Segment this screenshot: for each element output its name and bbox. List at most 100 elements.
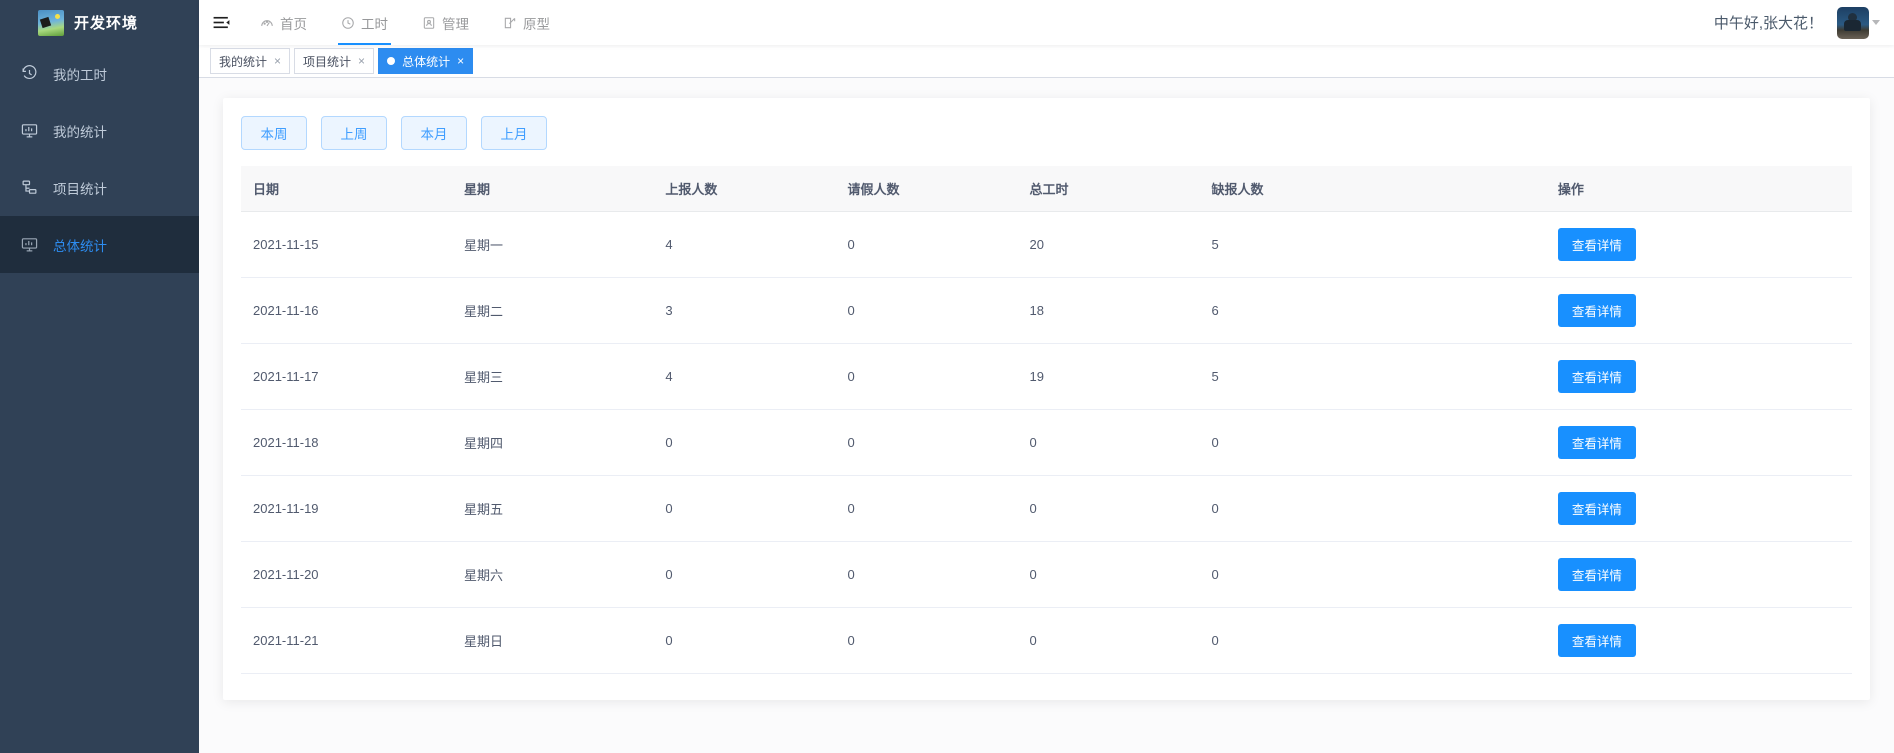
tab-label: 总体统计 — [402, 53, 450, 70]
view-detail-button[interactable]: 查看详情 — [1558, 360, 1636, 393]
table-body: 2021-11-15 星期一 4 0 20 5 查看详情 2021-11-16 — [241, 212, 1852, 674]
cell-reported: 3 — [653, 278, 835, 344]
nav-link-label: 原型 — [523, 13, 550, 33]
cell-leave: 0 — [835, 476, 1017, 542]
cell-date: 2021-11-15 — [241, 212, 452, 278]
tab-project-stats[interactable]: 项目统计 × — [294, 48, 374, 74]
table-head: 日期 星期 上报人数 请假人数 总工时 缺报人数 操作 — [241, 166, 1852, 212]
filter-this-month-button[interactable]: 本月 — [401, 116, 467, 150]
avatar — [1837, 7, 1869, 39]
view-detail-button[interactable]: 查看详情 — [1558, 492, 1636, 525]
sidebar-item-my-stats[interactable]: 我的统计 — [0, 102, 199, 159]
sidebar-item-label: 我的统计 — [53, 121, 107, 141]
cell-reported: 0 — [653, 476, 835, 542]
column-header-date: 日期 — [241, 166, 452, 212]
table-header-row: 日期 星期 上报人数 请假人数 总工时 缺报人数 操作 — [241, 166, 1852, 212]
close-icon[interactable]: × — [274, 55, 281, 67]
cell-date: 2021-11-17 — [241, 344, 452, 410]
cell-weekday: 星期六 — [452, 542, 653, 608]
table-row: 2021-11-20 星期六 0 0 0 0 查看详情 — [241, 542, 1852, 608]
column-header-reported: 上报人数 — [653, 166, 835, 212]
cell-missing: 0 — [1200, 410, 1546, 476]
nav-link-prototype[interactable]: 原型 — [486, 0, 567, 45]
filter-last-week-button[interactable]: 上周 — [321, 116, 387, 150]
cell-date: 2021-11-19 — [241, 476, 452, 542]
table-row: 2021-11-15 星期一 4 0 20 5 查看详情 — [241, 212, 1852, 278]
cell-reported: 4 — [653, 344, 835, 410]
sidebar-item-label: 项目统计 — [53, 178, 107, 198]
cell-missing: 0 — [1200, 476, 1546, 542]
cell-reported: 0 — [653, 410, 835, 476]
nav-links: 首页 工时 — [243, 0, 567, 45]
cell-date: 2021-11-18 — [241, 410, 452, 476]
cell-action: 查看详情 — [1546, 476, 1852, 542]
cell-weekday: 星期四 — [452, 410, 653, 476]
nav-link-label: 管理 — [442, 13, 469, 33]
sidebar-item-label: 我的工时 — [53, 64, 107, 84]
cell-weekday: 星期二 — [452, 278, 653, 344]
tab-label: 我的统计 — [219, 53, 267, 70]
cell-weekday: 星期三 — [452, 344, 653, 410]
sidebar: 开发环境 我的工时 我的统计 — [0, 0, 199, 753]
column-header-missing: 缺报人数 — [1200, 166, 1546, 212]
cell-action: 查看详情 — [1546, 608, 1852, 674]
filter-last-month-button[interactable]: 上月 — [481, 116, 547, 150]
cell-hours: 0 — [1017, 608, 1199, 674]
column-header-action: 操作 — [1546, 166, 1852, 212]
tab-overall-stats[interactable]: 总体统计 × — [378, 48, 473, 74]
cell-weekday: 星期日 — [452, 608, 653, 674]
column-header-weekday: 星期 — [452, 166, 653, 212]
close-icon[interactable]: × — [358, 55, 365, 67]
monitor-chart-icon — [20, 122, 38, 140]
cell-leave: 0 — [835, 212, 1017, 278]
cell-leave: 0 — [835, 608, 1017, 674]
view-detail-button[interactable]: 查看详情 — [1558, 228, 1636, 261]
filter-this-week-button[interactable]: 本周 — [241, 116, 307, 150]
cell-hours: 0 — [1017, 476, 1199, 542]
id-card-icon — [422, 16, 436, 30]
tab-bar: 我的统计 × 项目统计 × 总体统计 × — [199, 45, 1894, 78]
cell-reported: 0 — [653, 542, 835, 608]
view-detail-button[interactable]: 查看详情 — [1558, 558, 1636, 591]
nav-link-worktime[interactable]: 工时 — [324, 0, 405, 45]
cell-weekday: 星期五 — [452, 476, 653, 542]
view-detail-button[interactable]: 查看详情 — [1558, 426, 1636, 459]
cell-reported: 4 — [653, 212, 835, 278]
dashboard-icon — [260, 16, 274, 30]
sitemap-icon — [20, 179, 38, 197]
cell-reported: 0 — [653, 608, 835, 674]
sidebar-item-project-stats[interactable]: 项目统计 — [0, 159, 199, 216]
table-row: 2021-11-18 星期四 0 0 0 0 查看详情 — [241, 410, 1852, 476]
edit-square-icon — [503, 16, 517, 30]
nav-link-manage[interactable]: 管理 — [405, 0, 486, 45]
table-row: 2021-11-16 星期二 3 0 18 6 查看详情 — [241, 278, 1852, 344]
hamburger-collapse-icon[interactable] — [199, 0, 243, 45]
tab-my-stats[interactable]: 我的统计 × — [210, 48, 290, 74]
nav-link-label: 首页 — [280, 13, 307, 33]
cell-action: 查看详情 — [1546, 278, 1852, 344]
view-detail-button[interactable]: 查看详情 — [1558, 624, 1636, 657]
sidebar-logo[interactable]: 开发环境 — [0, 0, 199, 45]
sidebar-item-overall-stats[interactable]: 总体统计 — [0, 216, 199, 273]
cell-hours: 20 — [1017, 212, 1199, 278]
avatar-menu[interactable] — [1837, 7, 1880, 39]
monitor-chart-icon — [20, 236, 38, 254]
app-root: 开发环境 我的工时 我的统计 — [0, 0, 1894, 753]
chevron-down-icon — [1872, 20, 1880, 25]
close-icon[interactable]: × — [457, 55, 464, 67]
clock-history-icon — [20, 65, 38, 83]
column-header-hours: 总工时 — [1017, 166, 1199, 212]
cell-leave: 0 — [835, 344, 1017, 410]
cell-hours: 0 — [1017, 410, 1199, 476]
cell-missing: 0 — [1200, 542, 1546, 608]
nav-link-home[interactable]: 首页 — [243, 0, 324, 45]
stats-card: 本周 上周 本月 上月 日期 星期 上报人数 请假人数 总工时 缺报人数 — [223, 98, 1870, 700]
view-detail-button[interactable]: 查看详情 — [1558, 294, 1636, 327]
cell-hours: 18 — [1017, 278, 1199, 344]
cell-leave: 0 — [835, 278, 1017, 344]
table-row: 2021-11-21 星期日 0 0 0 0 查看详情 — [241, 608, 1852, 674]
sidebar-item-my-hours[interactable]: 我的工时 — [0, 45, 199, 102]
user-greeting: 中午好,张大花！ — [1714, 12, 1823, 33]
content-area: 本周 上周 本月 上月 日期 星期 上报人数 请假人数 总工时 缺报人数 — [199, 78, 1894, 753]
tab-label: 项目统计 — [303, 53, 351, 70]
